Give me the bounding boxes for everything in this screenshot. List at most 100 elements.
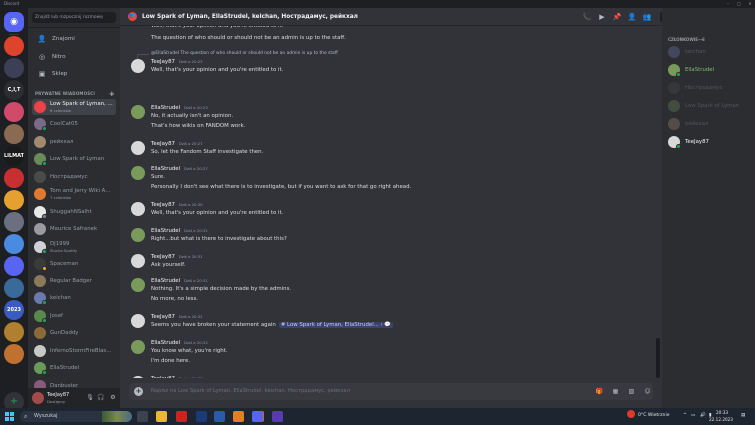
maximize-button[interactable]: □	[735, 0, 743, 8]
server-icon[interactable]	[4, 58, 24, 78]
emoji-icon[interactable]: ☺	[643, 387, 652, 396]
file-explorer-icon[interactable]	[156, 411, 167, 422]
server-icon[interactable]	[4, 234, 24, 254]
member-item[interactable]: Ностpадамус	[666, 80, 752, 96]
message-author[interactable]: EllaStrudel	[151, 228, 180, 234]
avatar[interactable]	[131, 340, 145, 354]
nav-nitro[interactable]: ◎ Nitro	[32, 50, 116, 64]
microphone-icon[interactable]: 🎙	[86, 394, 94, 402]
message-input[interactable]: Napisz na Low Spark of Lyman, EllaStrude…	[151, 383, 350, 400]
message-author[interactable]: TeeJay87	[151, 376, 175, 378]
member-item[interactable]: рейкхал	[666, 116, 752, 132]
avatar[interactable]	[131, 228, 145, 242]
discord-taskbar-icon[interactable]	[252, 411, 263, 422]
dm-item[interactable]: keichan	[32, 290, 116, 306]
dm-item[interactable]: Low Spark of Lyman	[32, 151, 116, 167]
app-ms-icon[interactable]	[272, 411, 283, 422]
server-icon[interactable]	[4, 256, 24, 276]
dm-item[interactable]: CoolCat05	[32, 116, 116, 132]
avatar[interactable]	[131, 105, 145, 119]
acrobat-icon[interactable]	[176, 411, 187, 422]
member-item[interactable]: Low Spark of Lyman	[666, 98, 752, 114]
message-author[interactable]: TeeJay87	[151, 314, 175, 320]
avatar[interactable]	[131, 278, 145, 292]
dm-item[interactable]: Josef	[32, 308, 116, 324]
windows-start-icon[interactable]	[5, 412, 14, 421]
server-icon[interactable]	[4, 344, 24, 364]
scrollbar[interactable]	[656, 338, 660, 378]
dm-item[interactable]: рейкхал	[32, 134, 116, 150]
server-icon[interactable]	[4, 102, 24, 122]
gif-icon[interactable]: ▦	[611, 387, 620, 396]
avatar[interactable]	[131, 376, 145, 378]
message-author[interactable]: TeeJay87	[151, 141, 175, 147]
avatar[interactable]	[32, 392, 44, 404]
clock-time[interactable]: 20:33	[716, 410, 728, 415]
word-icon[interactable]	[214, 411, 225, 422]
avatar[interactable]	[131, 314, 145, 328]
message-author[interactable]: TeeJay87	[151, 59, 175, 65]
close-button[interactable]: ✕	[746, 0, 754, 8]
volume-icon[interactable]: 🔊	[700, 413, 706, 418]
weather-text[interactable]: 0°C Wietrznie	[638, 413, 670, 418]
gift-icon[interactable]: 🎁	[595, 387, 604, 396]
avatar[interactable]	[131, 59, 145, 73]
avatar[interactable]	[131, 202, 145, 216]
message-author[interactable]: EllaStrudel	[151, 340, 180, 346]
add-friends-icon[interactable]: 👤	[627, 12, 637, 22]
message-author[interactable]: EllaStrudel	[151, 166, 180, 172]
dm-item[interactable]: InfernoStormFireBlas...	[32, 343, 116, 359]
member-item[interactable]: TeeJay87	[666, 134, 752, 150]
avatar[interactable]	[131, 141, 145, 155]
pinned-messages-icon[interactable]: 📌	[612, 12, 622, 22]
server-icon[interactable]	[4, 36, 24, 56]
channel-mention-link[interactable]: # Low Spark of Lyman, EllaStrudel... › 💬	[278, 322, 394, 328]
home-button[interactable]: ◉	[4, 12, 24, 32]
vlc-icon[interactable]	[233, 411, 244, 422]
member-item[interactable]: keichan	[666, 44, 752, 60]
dm-item[interactable]: DJ1999 Słucha Spotify	[32, 239, 116, 255]
nav-shop[interactable]: ▣ Sklep	[32, 67, 116, 81]
server-icon[interactable]	[4, 322, 24, 342]
server-icon[interactable]	[4, 168, 24, 188]
dm-item[interactable]: Regular Badger	[32, 273, 116, 289]
dm-item[interactable]: Maurice Safranek	[32, 221, 116, 237]
dm-item[interactable]: ShuggahNSalht	[32, 204, 116, 220]
taskbar-search[interactable]: ⌕ Wyszukaj	[20, 411, 132, 422]
voice-call-icon[interactable]: 📞	[582, 12, 592, 22]
clock-date[interactable]: 22.12.2023	[709, 417, 733, 422]
dm-item[interactable]: Spaceman	[32, 256, 116, 272]
member-item[interactable]: EllaStrudel	[666, 62, 752, 78]
minimize-button[interactable]: –	[724, 0, 732, 8]
avatar[interactable]	[131, 254, 145, 268]
attach-plus-icon[interactable]: +	[134, 387, 143, 396]
sticker-icon[interactable]: ▧	[627, 387, 636, 396]
server-icon[interactable]	[4, 124, 24, 144]
member-list-icon[interactable]: 👥	[642, 12, 652, 22]
settings-gear-icon[interactable]: ⚙	[109, 394, 117, 402]
message-composer[interactable]: + Napisz na Low Spark of Lyman, EllaStru…	[129, 383, 653, 400]
server-icon[interactable]: C,I,T	[4, 80, 24, 100]
message-author[interactable]: TeeJay87	[151, 254, 175, 260]
message-author[interactable]: EllaStrudel	[151, 105, 180, 111]
server-icon[interactable]: LILMAT	[4, 146, 24, 166]
network-icon[interactable]: ▭	[691, 413, 695, 418]
dm-item[interactable]: Tom and Jerry Wiki A... 7 członków	[32, 186, 116, 202]
dm-item[interactable]: Low Spark of Lyman, ... 6 członków	[32, 99, 116, 115]
avatar[interactable]	[131, 166, 145, 180]
dm-item[interactable]: GunDaddy	[32, 325, 116, 341]
weather-alert-icon[interactable]	[627, 410, 635, 418]
photoshop-icon[interactable]	[196, 411, 207, 422]
notifications-icon[interactable]: ▤	[741, 413, 745, 418]
server-icon[interactable]	[4, 212, 24, 232]
tray-chevron-icon[interactable]: ^	[683, 413, 687, 418]
find-conversation-input[interactable]: Znajdź lub rozpocznij rozmowę	[32, 12, 116, 23]
server-icon[interactable]	[4, 190, 24, 210]
server-icon[interactable]: 2023	[4, 300, 24, 320]
task-view-icon[interactable]	[137, 411, 148, 422]
message-author[interactable]: TeeJay87	[151, 202, 175, 208]
reply-preview[interactable]: @EllaStrudel The question of who should …	[151, 51, 338, 56]
server-icon[interactable]	[4, 278, 24, 298]
dm-item[interactable]: EllaStrudel	[32, 360, 116, 376]
nav-friends[interactable]: 👤 Znajomi	[32, 32, 116, 46]
